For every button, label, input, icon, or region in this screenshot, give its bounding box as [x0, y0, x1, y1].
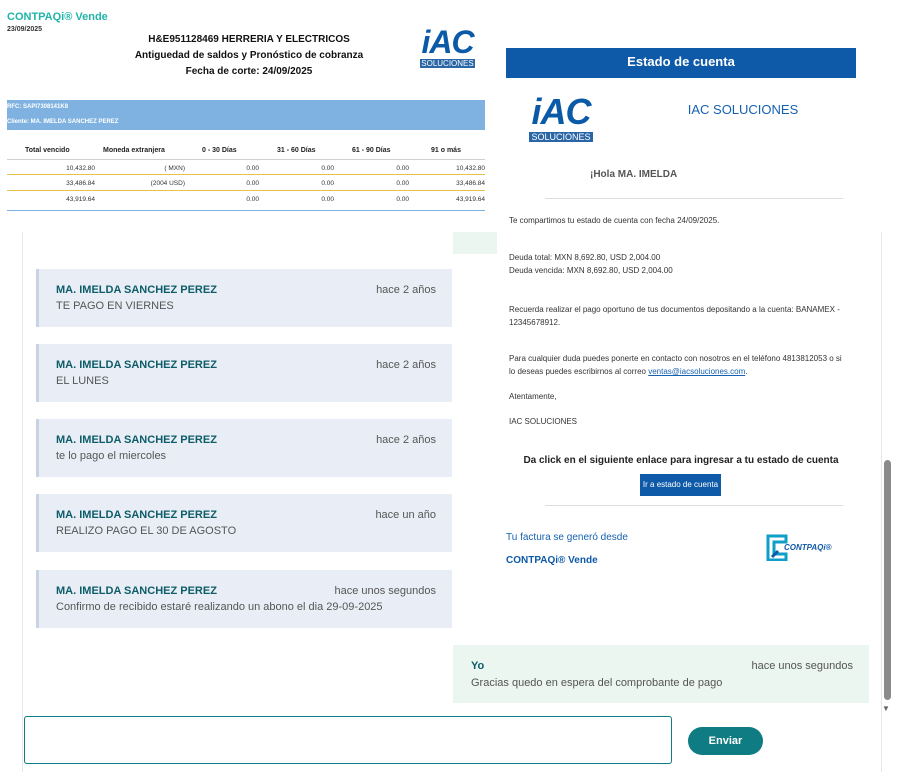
message-time: hace unos segundos [751, 660, 853, 672]
message-author: MA. IMELDA SANCHEZ PEREZ [56, 434, 217, 446]
divider [7, 159, 485, 160]
column-header: 91 o más [431, 147, 461, 154]
contpaqi-logo: CONTPAQi® [764, 533, 844, 562]
column-header: 31 - 60 Días [277, 147, 316, 154]
email-total-debt: Deuda total: MXN 8,692.80, USD 2,004.00 [509, 253, 661, 262]
email-link[interactable]: ventas@iacsoluciones.com [648, 367, 745, 376]
message-author: MA. IMELDA SANCHEZ PEREZ [56, 284, 217, 296]
column-header: Moneda extranjera [103, 147, 165, 154]
chat-message: MA. IMELDA SANCHEZ PEREZ hace un año REA… [36, 494, 452, 552]
account-statement-button[interactable]: Ir a estado de cuenta [640, 474, 721, 496]
message-text: REALIZO PAGO EL 30 DE AGOSTO [56, 525, 237, 537]
email-payment-reminder: Recuerda realizar el pago oportuno de tu… [509, 305, 840, 327]
email-cta-text: Da click en el siguiente enlace para ing… [523, 455, 839, 466]
message-author: MA. IMELDA SANCHEZ PEREZ [56, 359, 217, 371]
message-author: Yo [471, 660, 485, 672]
email-signature: IAC SOLUCIONES [509, 417, 578, 426]
message-text: Confirmo de recibido estaré realizando u… [56, 601, 383, 613]
divider [7, 190, 485, 191]
email-closing: Atentamente, [509, 392, 557, 401]
report-brand: CONTPAQi® Vende [7, 11, 108, 23]
divider [545, 505, 843, 506]
message-author: MA. IMELDA SANCHEZ PEREZ [56, 585, 217, 597]
scrollbar-thumb[interactable] [884, 460, 891, 700]
message-time: hace 2 años [376, 434, 436, 446]
column-header: 0 - 30 Días [202, 147, 237, 154]
message-time: hace unos segundos [334, 585, 436, 597]
report-company: H&E951128469 HERRERIA Y ELECTRICOS [148, 34, 350, 45]
chat-message: MA. IMELDA SANCHEZ PEREZ hace unos segun… [36, 570, 452, 628]
table-row: 33,486.84 (2004 USD) 0.00 0.00 0.00 33,4… [66, 180, 485, 187]
message-author: MA. IMELDA SANCHEZ PEREZ [56, 509, 217, 521]
email-greeting: ¡Hola MA. IMELDA [590, 169, 678, 180]
message-text: te lo pago el miercoles [56, 450, 167, 462]
iac-logo: iAC SOLUCIONES [420, 24, 475, 68]
client-rfc: RFC: SAPI7308141K8 [7, 104, 69, 110]
send-button[interactable]: Enviar [688, 727, 763, 755]
table-total-row: 43,919.64 0.00 0.00 0.00 43,919.64 [66, 196, 485, 203]
message-text: Gracias quedo en espera del comprobante … [471, 677, 723, 689]
chat-message: MA. IMELDA SANCHEZ PEREZ hace 2 años te … [36, 419, 452, 477]
message-text: EL LUNES [56, 375, 109, 387]
column-header: Total vencido [25, 147, 70, 154]
divider [545, 198, 843, 199]
email-footer-brand: CONTPAQi® Vende [506, 555, 598, 566]
report-title: Antiguedad de saldos y Pronóstico de cob… [134, 50, 364, 61]
own-chat-message: Yo hace unos segundos Gracias quedo en e… [453, 645, 869, 703]
chat-message: MA. IMELDA SANCHEZ PEREZ hace 2 años TE … [36, 269, 452, 327]
email-header: Estado de cuenta [506, 48, 856, 78]
column-header: 61 - 90 Días [352, 147, 391, 154]
message-text: TE PAGO EN VIERNES [56, 300, 174, 312]
message-time: hace 2 años [376, 284, 436, 296]
email-contact-info: Para cualquier duda puedes ponerte en co… [509, 354, 842, 376]
iac-logo: iAC SOLUCIONES [529, 92, 593, 150]
email-intro: Te compartimos tu estado de cuenta con f… [509, 216, 720, 225]
chat-message: MA. IMELDA SANCHEZ PEREZ hace 2 años EL … [36, 344, 452, 402]
message-time: hace un año [375, 509, 436, 521]
email-footer-line: Tu factura se generó desde [506, 532, 628, 543]
report-date: 23/09/2025 [7, 26, 43, 33]
scroll-down-arrow-icon[interactable]: ▼ [882, 704, 890, 713]
divider [7, 210, 485, 211]
email-overdue-debt: Deuda vencida: MXN 8,692.80, USD 2,004.0… [509, 266, 673, 275]
report-cutoff-date: Fecha de corte: 24/09/2025 [185, 66, 313, 77]
message-input[interactable] [24, 716, 672, 764]
client-band: RFC: SAPI7308141K8 Cliente: MA. IMELDA S… [7, 100, 485, 130]
email-company-name: IAC SOLUCIONES [687, 102, 799, 117]
message-time: hace 2 años [376, 359, 436, 371]
client-name: Cliente: MA. IMELDA SANCHEZ PEREZ [7, 119, 119, 125]
divider [7, 174, 485, 175]
